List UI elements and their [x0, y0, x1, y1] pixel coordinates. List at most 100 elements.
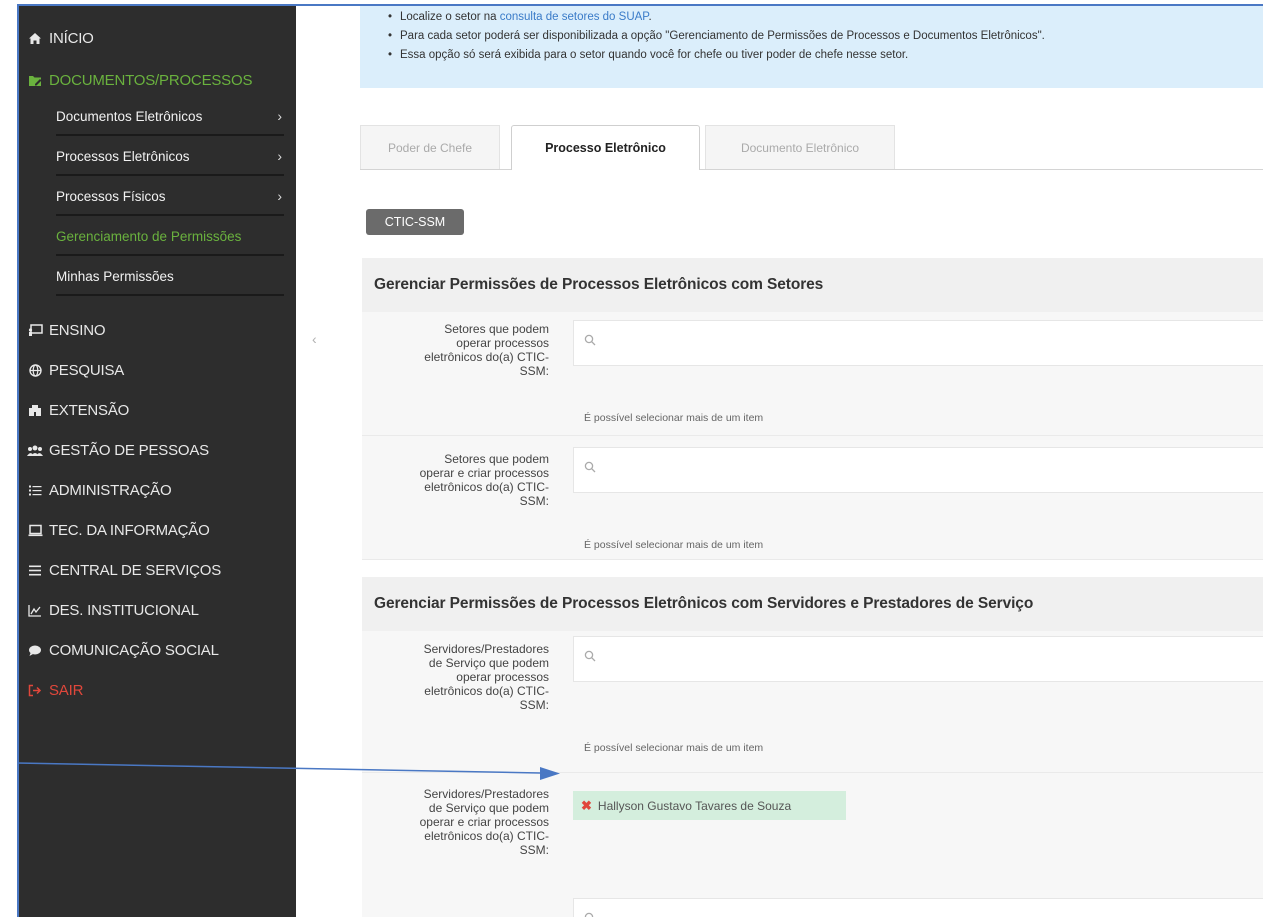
label-line: operar e criar processos: [419, 815, 549, 829]
logout-icon: [27, 684, 43, 697]
field-help: É possível selecionar mais de um item: [584, 539, 764, 551]
info-box: Localize o setor na consulta de setores …: [360, 6, 1263, 88]
nav-sub-label: Documentos Eletrônicos: [56, 108, 203, 124]
label-line: Servidores/Prestadores: [423, 642, 549, 656]
laptop-icon: [27, 524, 43, 537]
nav-central-servicos[interactable]: CENTRAL DE SERVIÇOS: [27, 562, 221, 579]
frame-top-border: [18, 4, 1263, 6]
field-label: Servidores/Prestadores de Serviço que po…: [424, 642, 549, 712]
field-help: É possível selecionar mais de um item: [584, 742, 764, 754]
label-line: de Serviço que podem: [428, 656, 549, 670]
nav-tec-informacao-label: TEC. DA INFORMAÇÃO: [49, 522, 210, 539]
section-setores-title: Gerenciar Permissões de Processos Eletrô…: [362, 258, 1263, 312]
nav-tec-informacao[interactable]: TEC. DA INFORMAÇÃO: [27, 522, 210, 539]
nav-sub-documentos-eletronicos[interactable]: Documentos Eletrônicos ›: [56, 98, 284, 136]
nav-extensao[interactable]: EXTENSÃO: [27, 402, 129, 419]
info-item: Localize o setor na consulta de setores …: [388, 8, 1263, 27]
tab-documento-eletronico[interactable]: Documento Eletrônico: [705, 125, 895, 170]
field-label: Setores que podem operar e criar process…: [420, 452, 549, 508]
sidebar: INÍCIO DOCUMENTOS/PROCESSOS Documentos E…: [19, 6, 296, 917]
nav-sub-label: Processos Eletrônicos: [56, 148, 190, 164]
search-icon: [584, 912, 596, 917]
globe-icon: [27, 364, 43, 377]
label-line: Setores que podem: [444, 452, 549, 466]
nav-inicio[interactable]: INÍCIO: [27, 30, 94, 47]
search-icon: [584, 334, 596, 349]
building-icon: [27, 404, 43, 417]
nav-sub-processos-fisicos[interactable]: Processos Físicos ›: [56, 178, 284, 216]
sidebar-collapse-toggle[interactable]: ‹: [312, 331, 317, 347]
setores-operar-criar-input[interactable]: [573, 447, 1263, 493]
nav-sub-label: Processos Físicos: [56, 188, 166, 204]
section-servidores-title: Gerenciar Permissões de Processos Eletrô…: [362, 577, 1263, 631]
teaching-board-icon: [27, 324, 43, 337]
field-setores-operar: Setores que podem operar processos eletr…: [362, 312, 1263, 436]
nav-documentos-processos[interactable]: DOCUMENTOS/PROCESSOS: [27, 72, 252, 89]
nav-pesquisa[interactable]: PESQUISA: [27, 362, 124, 379]
label-line: SSM:: [519, 494, 549, 508]
nav-ensino-label: ENSINO: [49, 322, 106, 339]
nav-sub-minhas-permissoes[interactable]: Minhas Permissões: [56, 258, 284, 296]
label-line: eletrônicos do(a) CTIC-: [424, 350, 549, 364]
field-setores-operar-criar: Setores que podem operar e criar process…: [362, 436, 1263, 560]
label-line: SSM:: [519, 698, 549, 712]
label-line: SSM:: [519, 843, 549, 857]
label-line: eletrônicos do(a) CTIC-: [424, 829, 549, 843]
selected-chip: ✖ Hallyson Gustavo Tavares de Souza: [573, 791, 846, 820]
left-margin: [0, 0, 18, 917]
chart-icon: [27, 604, 43, 617]
label-line: Servidores/Prestadores: [423, 787, 549, 801]
info-item: Para cada setor poderá ser disponibiliza…: [388, 27, 1263, 46]
nav-comunicacao-social[interactable]: COMUNICAÇÃO SOCIAL: [27, 642, 219, 659]
label-line: de Serviço que podem: [428, 801, 549, 815]
label-line: operar e criar processos: [419, 466, 549, 480]
servidores-operar-input[interactable]: [573, 636, 1263, 682]
servidores-operar-criar-input[interactable]: [573, 898, 1263, 917]
nav-administracao-label: ADMINISTRAÇÃO: [49, 482, 172, 499]
nav-sair-label: SAIR: [49, 682, 84, 699]
home-icon: [27, 32, 43, 45]
nav-gestao-pessoas-label: GESTÃO DE PESSOAS: [49, 442, 209, 459]
nav-sub-gerenciamento-permissoes[interactable]: Gerenciamento de Permissões: [56, 218, 284, 256]
label-line: Setores que podem: [444, 322, 549, 336]
tab-poder-de-chefe[interactable]: Poder de Chefe: [360, 125, 500, 170]
setores-consulta-link[interactable]: consulta de setores do SUAP: [500, 11, 649, 23]
label-line: operar processos: [456, 336, 549, 350]
chevron-right-icon: ›: [277, 148, 282, 164]
search-icon: [584, 461, 596, 476]
label-line: operar processos: [456, 670, 549, 684]
label-line: SSM:: [519, 364, 549, 378]
nav-ensino[interactable]: ENSINO: [27, 322, 106, 339]
nav-extensao-label: EXTENSÃO: [49, 402, 130, 419]
nav-des-institucional-label: DES. INSTITUCIONAL: [49, 602, 199, 619]
label-line: eletrônicos do(a) CTIC-: [424, 684, 549, 698]
remove-icon[interactable]: ✖: [581, 798, 592, 814]
chevron-right-icon: ›: [277, 108, 282, 124]
nav-sub-processos-eletronicos[interactable]: Processos Eletrônicos ›: [56, 138, 284, 176]
nav-comunicacao-social-label: COMUNICAÇÃO SOCIAL: [49, 642, 219, 659]
label-line: eletrônicos do(a) CTIC-: [424, 480, 549, 494]
tabs-divider: [360, 169, 1263, 170]
users-icon: [27, 444, 43, 457]
tab-processo-eletronico[interactable]: Processo Eletrônico: [511, 125, 700, 170]
nav-pesquisa-label: PESQUISA: [49, 362, 125, 379]
info-text: .: [648, 11, 652, 23]
nav-sub-label: Minhas Permissões: [56, 268, 174, 284]
nav-sub-label: Gerenciamento de Permissões: [56, 228, 242, 244]
sector-badge: CTIC-SSM: [366, 209, 464, 235]
setores-operar-input[interactable]: [573, 320, 1263, 366]
info-text: Localize o setor na: [400, 11, 500, 23]
field-servidores-operar: Servidores/Prestadores de Serviço que po…: [362, 631, 1263, 773]
chevron-right-icon: ›: [277, 188, 282, 204]
nav-sair[interactable]: SAIR: [27, 682, 83, 699]
nav-des-institucional[interactable]: DES. INSTITUCIONAL: [27, 602, 199, 619]
nav-gestao-pessoas[interactable]: GESTÃO DE PESSOAS: [27, 442, 209, 459]
nav-inicio-label: INÍCIO: [49, 30, 94, 47]
nav-administracao[interactable]: ADMINISTRAÇÃO: [27, 482, 172, 499]
field-label: Servidores/Prestadores de Serviço que po…: [420, 787, 549, 857]
list-icon: [27, 484, 43, 497]
info-item: Essa opção só será exibida para o setor …: [388, 46, 1263, 65]
nav-central-servicos-label: CENTRAL DE SERVIÇOS: [49, 562, 222, 579]
chat-bubble-icon: [27, 644, 43, 657]
nav-documentos-processos-label: DOCUMENTOS/PROCESSOS: [49, 72, 253, 89]
